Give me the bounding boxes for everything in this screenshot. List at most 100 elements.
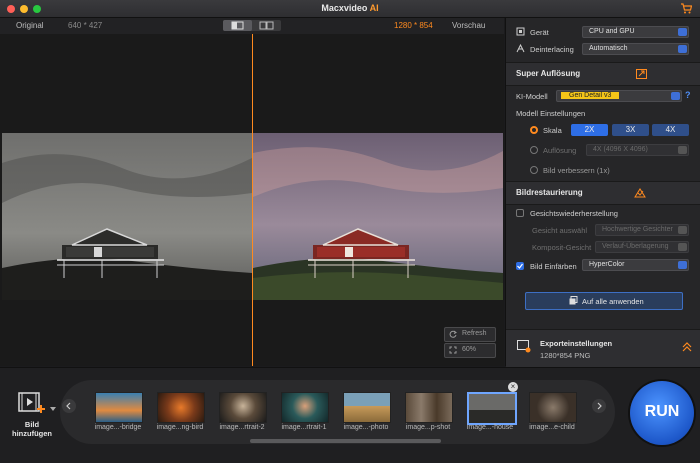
zoom-button[interactable]: 60% [444, 343, 496, 358]
composite-face-select[interactable]: Verlauf-Überlagerung [595, 241, 689, 253]
improve-radio[interactable] [530, 166, 538, 174]
apply-all-button[interactable]: Auf alle anwenden [525, 292, 683, 310]
output-dimensions: 1280 * 854 [394, 21, 433, 30]
deinterlacing-select[interactable]: Automatisch [582, 43, 689, 55]
cart-icon[interactable] [680, 3, 692, 14]
chevron-down-icon [678, 146, 687, 154]
expand-icon [636, 69, 647, 79]
colorize-checkbox[interactable] [516, 262, 524, 270]
add-image-button[interactable]: Bild hinzufügen [12, 391, 52, 441]
ki-model-select[interactable]: Gen Detail v3 [556, 90, 682, 102]
model-settings-label: Modell Einstellungen [516, 109, 586, 118]
scale-options: 2X 3X 4X [571, 124, 691, 136]
scale-4x-button[interactable]: 4X [652, 124, 689, 136]
side-by-side-button[interactable] [252, 20, 281, 31]
face-select[interactable]: Hochwertige Gesichter [595, 224, 689, 236]
scale-2x-button[interactable]: 2X [571, 124, 608, 136]
improve-label: Bild verbessern (1x) [543, 166, 610, 175]
device-select[interactable]: CPU and GPU [582, 26, 689, 38]
zoom-label: 60% [462, 346, 477, 353]
restoration-header[interactable]: Bildrestaurierung [506, 181, 700, 205]
split-view-button[interactable] [223, 20, 252, 31]
super-resolution-header[interactable]: Super Auflösung [506, 62, 700, 86]
refresh-label: Refresh [462, 330, 487, 337]
scroll-right-button[interactable] [592, 399, 606, 413]
original-dimensions: 640 * 427 [68, 21, 103, 30]
scale-3x-button[interactable]: 3X [612, 124, 649, 136]
thumbnail-photo[interactable] [343, 392, 391, 423]
thumbnail-bridge[interactable] [95, 392, 143, 423]
export-detail: 1280*854 PNG [540, 351, 591, 360]
thumbnail-label: image...-house [466, 424, 514, 431]
chevron-left-icon [66, 402, 71, 410]
apply-all-icon [569, 296, 578, 305]
face-select-value: Hochwertige Gesichter [602, 226, 673, 233]
export-settings-icon [517, 340, 531, 353]
compare-mode-toggle[interactable] [223, 20, 281, 31]
export-settings[interactable]: Exporteinstellungen 1280*854 PNG [506, 329, 700, 367]
ki-model-value: Gen Detail v3 [561, 92, 620, 99]
resolution-radio[interactable] [530, 146, 538, 154]
apply-all-label: Auf alle anwenden [582, 297, 644, 306]
settings-panel: Gerät CPU and GPU Deinterlacing Automati… [505, 18, 700, 367]
thumbnail-house[interactable] [467, 392, 517, 425]
original-image [2, 133, 252, 300]
chevron-right-icon [597, 402, 602, 410]
compare-divider[interactable] [252, 34, 253, 366]
thumbnail-scrollbar[interactable] [250, 439, 441, 443]
thumbnail-label: image...p-shot [405, 424, 451, 431]
remove-thumbnail-icon[interactable]: × [508, 382, 518, 392]
scale-label: Skala [543, 126, 562, 135]
thumbnail-portrait-1[interactable] [281, 392, 329, 423]
checkmark-icon [517, 263, 523, 269]
thumbnail-label: image...rtrait-2 [219, 424, 265, 431]
chevron-up-icon[interactable] [682, 342, 692, 352]
refresh-icon [449, 330, 457, 338]
composite-face-value: Verlauf-Überlagerung [602, 243, 669, 250]
chevron-down-icon [678, 28, 687, 36]
deinterlacing-value: Automatisch [589, 45, 628, 52]
scroll-left-button[interactable] [62, 399, 76, 413]
device-label: Gerät [530, 28, 549, 37]
original-label: Original [16, 21, 44, 30]
resolution-value: 4X (4096 X 4096) [593, 146, 648, 153]
thumbnail-child[interactable] [529, 392, 577, 423]
help-icon[interactable]: ? [685, 90, 691, 100]
refresh-button[interactable]: Refresh [444, 327, 496, 342]
composite-face-label: Komposit-Gesicht [532, 243, 592, 252]
super-resolution-title: Super Auflösung [516, 69, 581, 78]
thumbnail-bird[interactable] [157, 392, 205, 423]
restore-icon [634, 188, 646, 198]
preview-label: Vorschau [452, 21, 486, 30]
chevron-down-icon [678, 261, 687, 269]
app-title: Macxvideo AI [321, 3, 379, 13]
ki-model-label: KI-Modell [516, 92, 548, 101]
thumbnail-label: image...rtrait-1 [281, 424, 327, 431]
add-dropdown-icon[interactable] [50, 407, 56, 411]
device-icon [516, 27, 525, 36]
image-viewer: Original 640 * 427 1280 * 854 Vorschau R… [0, 18, 504, 366]
export-title: Exporteinstellungen [540, 339, 613, 348]
deinterlacing-label: Deinterlacing [530, 45, 574, 54]
side-by-side-icon [259, 21, 274, 30]
colorize-value: HyperColor [589, 261, 625, 268]
run-button[interactable]: RUN [630, 381, 694, 445]
colorize-label: Bild Einfärben [530, 262, 577, 271]
split-view-icon [231, 21, 244, 30]
viewer-header: Original 640 * 427 1280 * 854 Vorschau [0, 18, 504, 34]
add-image-label: Bild hinzufügen [12, 420, 52, 438]
scale-radio[interactable] [530, 126, 538, 134]
face-restoration-label: Gesichtswiederherstellung [530, 209, 618, 218]
thumbnail-portrait-2[interactable] [219, 392, 267, 423]
chevron-down-icon [671, 92, 680, 100]
restoration-title: Bildrestaurierung [516, 188, 583, 197]
run-label: RUN [644, 403, 680, 420]
device-value: CPU and GPU [589, 28, 635, 35]
resolution-select[interactable]: 4X (4096 X 4096) [586, 144, 689, 156]
thumbnail-group-shot[interactable] [405, 392, 453, 423]
thumbnail-label: image...e-child [529, 424, 575, 431]
chevron-down-icon [678, 226, 687, 234]
colorize-select[interactable]: HyperColor [582, 259, 689, 271]
face-restoration-checkbox[interactable] [516, 209, 524, 217]
face-select-label: Gesicht auswähl [532, 226, 588, 235]
